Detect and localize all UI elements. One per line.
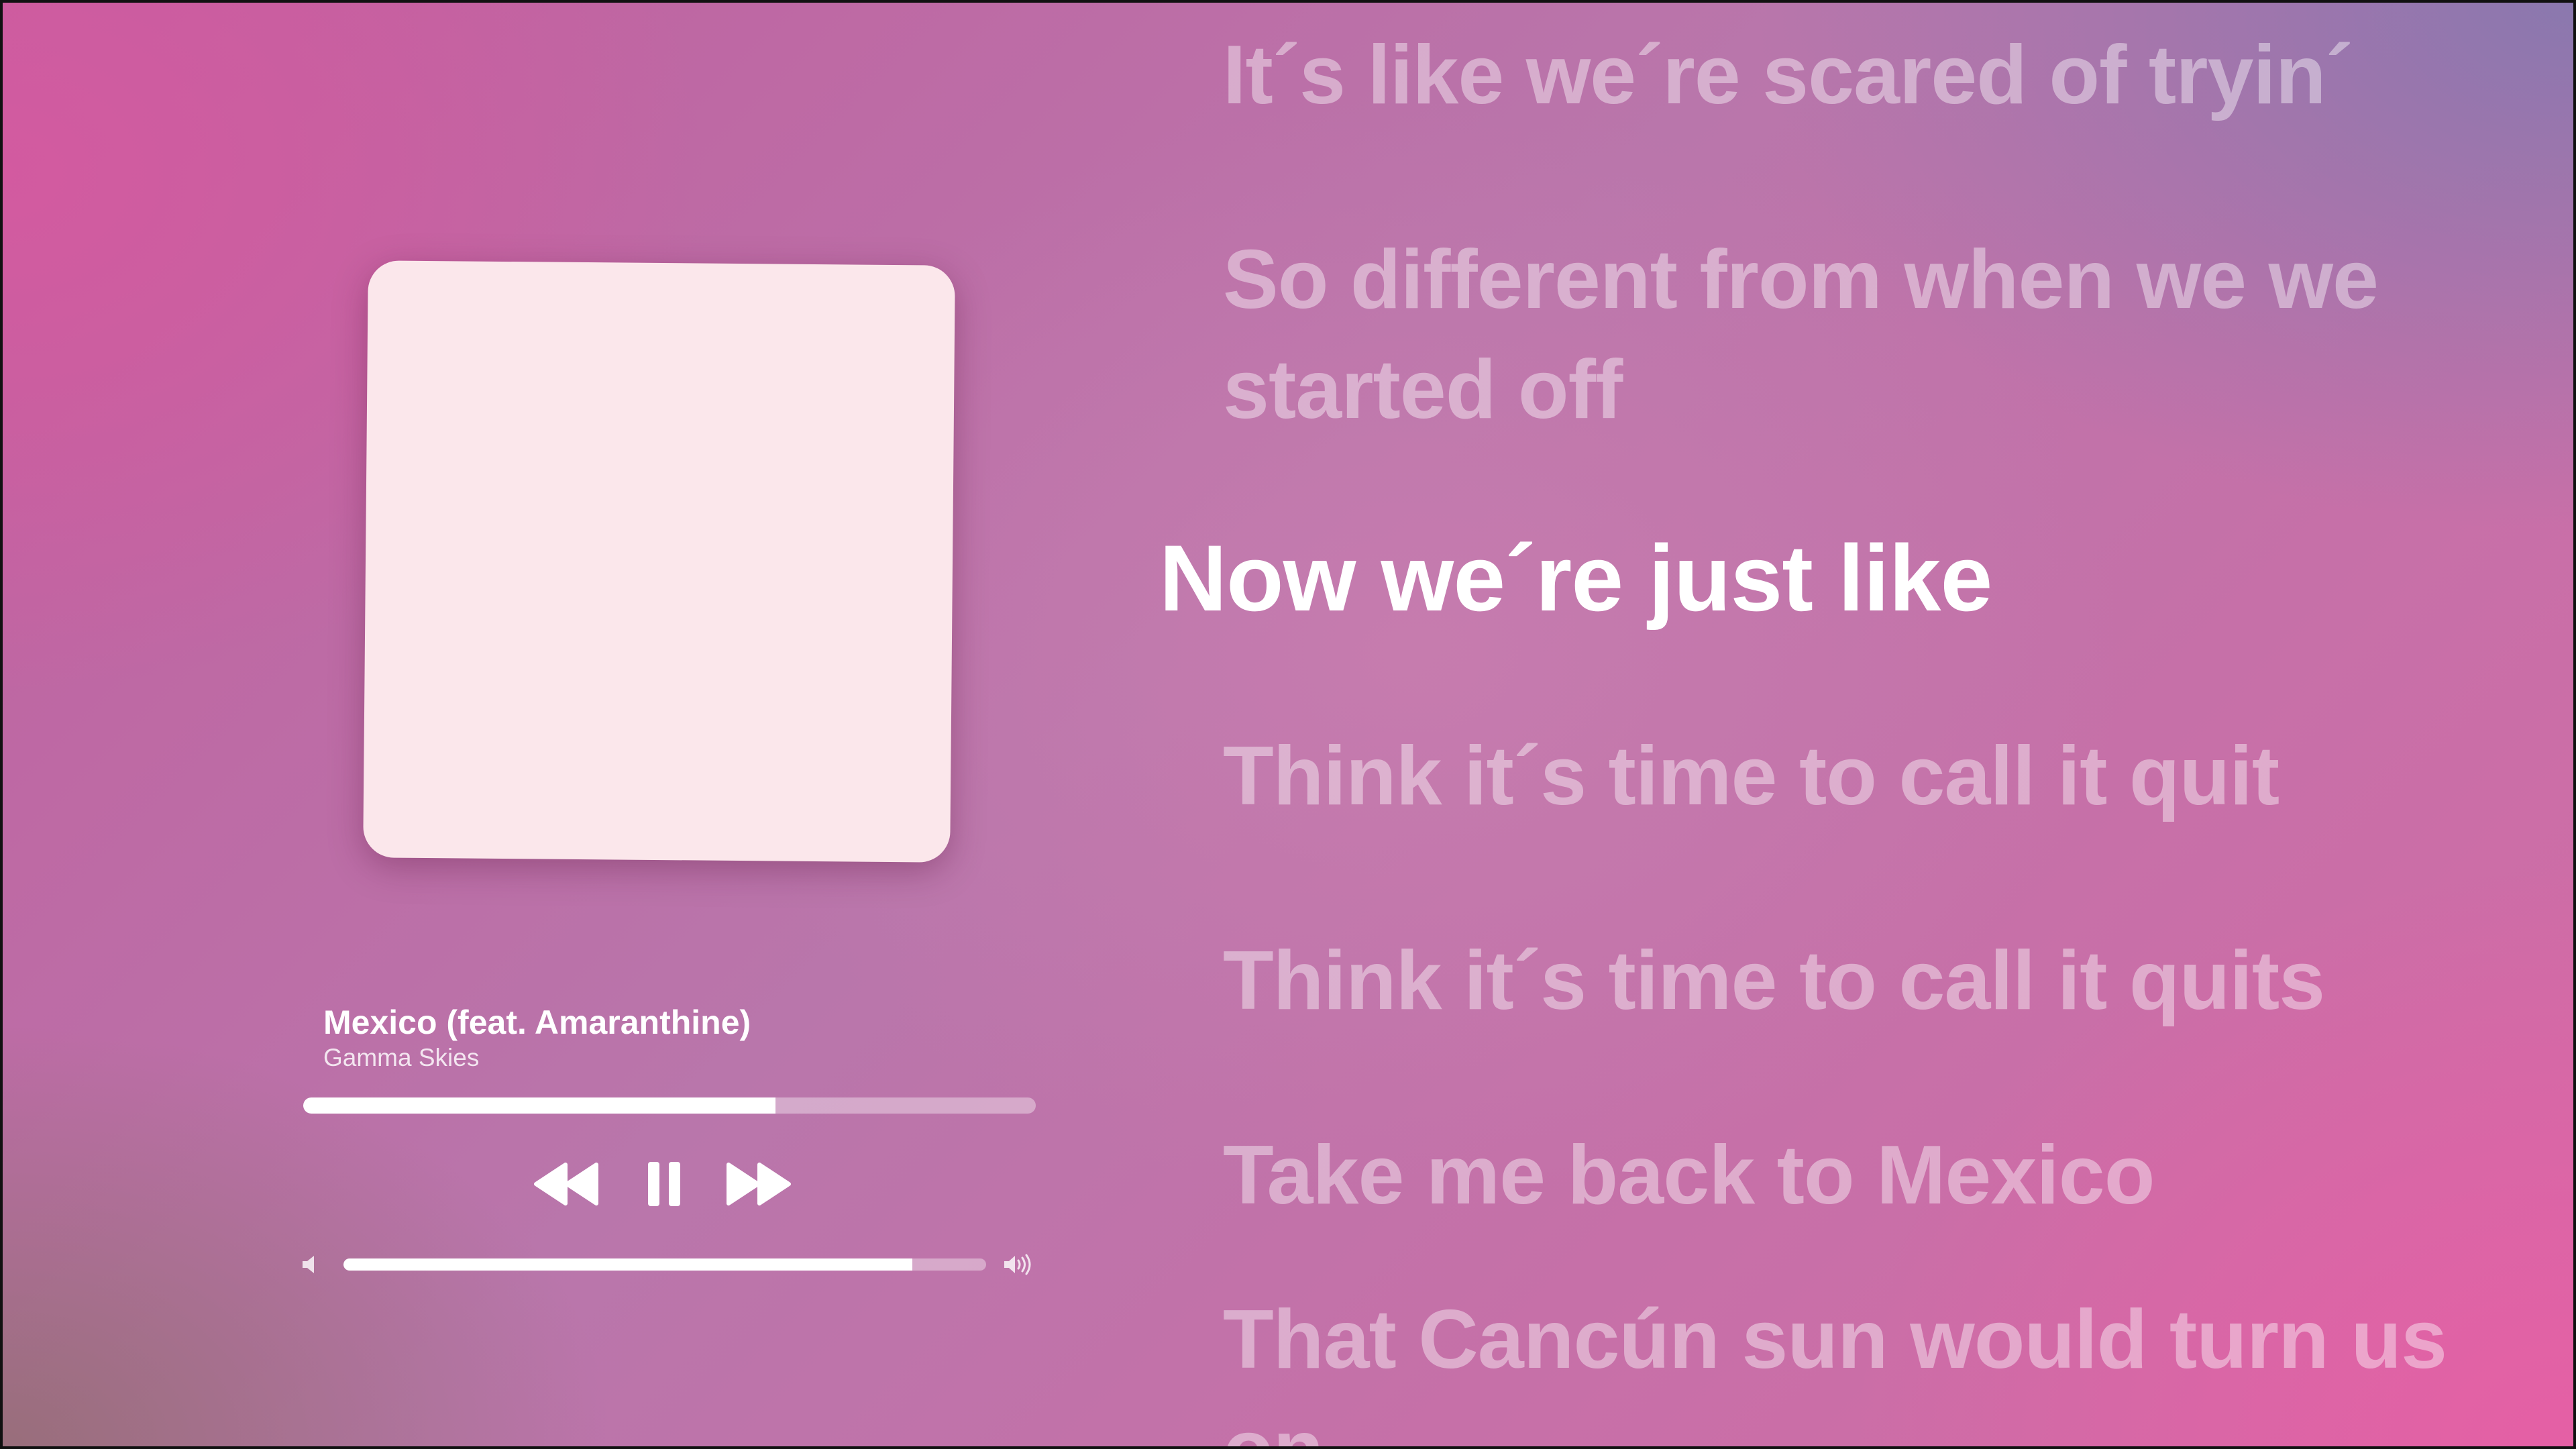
- lyric-line[interactable]: Think it´s time to call it quit: [1223, 721, 2498, 831]
- lyric-line[interactable]: It´s like we´re scared of tryin´: [1223, 20, 2498, 130]
- music-player-screen: Mexico (feat. Amaranthine) Gamma Skies I…: [0, 0, 2576, 1449]
- lyrics-panel: It´s like we´re scared of tryin´ So diff…: [0, 0, 2576, 1449]
- lyric-line[interactable]: Think it´s time to call it quits: [1223, 926, 2498, 1036]
- lyric-line[interactable]: So different from when we we started off: [1223, 225, 2444, 445]
- lyric-line[interactable]: That Cancún sun would turn us on: [1223, 1285, 2484, 1449]
- lyric-line[interactable]: Take me back to Mexico: [1223, 1120, 2498, 1230]
- lyric-line-active[interactable]: Now we´re just like: [1159, 523, 2434, 633]
